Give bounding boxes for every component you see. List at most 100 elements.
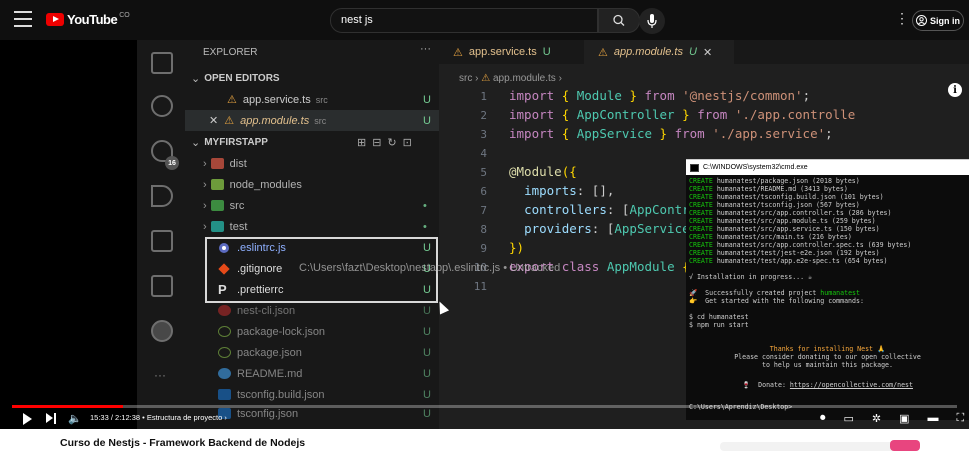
youtube-play-logo-icon [46,13,64,26]
tab-app-module[interactable]: ⚠ app.module.ts U ✕ [584,40,734,64]
related-video-thumbnail[interactable] [890,440,920,451]
close-icon[interactable]: ✕ [209,114,218,127]
folder-icon [210,221,224,232]
autoplay-icon[interactable]: ⏺ [820,412,826,425]
player-controls: 🔈 15:33 / 2:12:38 • Estructura de proyec… [0,408,969,429]
code-line: imports: [], [524,183,615,198]
create-keyword: CREATE [689,185,713,193]
donate-link[interactable]: https://opencollective.com/nest [790,381,913,389]
command-line: $ cd humanatest [689,313,749,321]
line-number: 2 [480,109,487,122]
open-editors-label: OPEN EDITORS [204,73,280,84]
chevron-right-icon: › [203,199,207,212]
tree-file[interactable]: package-lock.json U [185,321,439,342]
play-icon[interactable] [23,413,32,425]
tree-file[interactable]: nest-cli.json U [185,300,439,321]
explorer-actions-icons[interactable]: ⊞⊟↻⊡ [357,136,418,149]
tree-folder[interactable]: › test • [185,216,439,237]
created-file: humanatest/src/main.ts (216 bytes) [716,233,852,241]
open-editors-section[interactable]: ⌄ OPEN EDITORS [185,68,439,89]
open-editor-dir: src [314,115,327,126]
cmd-title-bar: C:\WINDOWS\system32\cmd.exe [686,160,969,175]
typescript-config-icon [218,389,231,400]
miniplayer-icon[interactable]: ▣ [899,412,909,425]
search-icon[interactable] [151,95,173,117]
created-file: humanatest/tsconfig.json (567 bytes) [716,201,860,209]
remote-explorer-icon[interactable] [151,230,173,252]
run-debug-icon[interactable] [151,185,173,207]
search-button[interactable] [598,8,640,33]
chevron-down-icon: ⌄ [191,73,201,85]
menu-icon[interactable] [14,11,32,27]
chevron-right-icon: › [203,157,207,170]
code-line: import { Module } from '@nestjs/common'; [509,88,811,103]
tree-item-name: node_modules [229,178,302,191]
cmd-window-icon [690,163,699,172]
created-file: humanatest/src/app.service.ts (150 bytes… [716,225,880,233]
subtitles-icon[interactable]: ▭ [844,412,854,425]
tree-item-status: U [423,304,431,317]
next-icon[interactable] [46,413,56,424]
explorer-icon[interactable] [151,52,173,74]
youtube-logo[interactable]: YouTube CO [46,12,130,27]
info-icon[interactable]: i [948,83,962,97]
tree-item-name: src [229,199,245,212]
video-title[interactable]: Curso de Nestjs - Framework Backend de N… [60,437,305,449]
voice-search-button[interactable] [639,8,665,34]
code-line: @Module({ [509,164,577,179]
volume-icon[interactable]: 🔈 [68,412,82,425]
donate-text: to help us maintain this package. [761,361,893,369]
create-keyword: CREATE [689,217,713,225]
create-keyword: CREATE [689,177,713,185]
chapter-title[interactable]: • Estructura de proyecto › [142,413,227,422]
source-control-badge: 16 [165,156,179,170]
tree-folder[interactable]: › dist [185,153,439,174]
create-keyword: CREATE [689,201,713,209]
more-actions-icon[interactable]: ··· [154,368,166,382]
created-file: humanatest/src/app.module.ts (259 bytes) [716,217,876,225]
country-code: CO [119,12,130,19]
code-line: providers: [AppService [524,221,690,236]
created-file: humanatest/README.md (3413 bytes) [716,185,848,193]
open-editor-status: U [423,114,431,127]
nest-icon [218,305,231,316]
open-editor-item[interactable]: ✕ ⚠ app.module.ts src U [185,110,439,131]
search-input[interactable]: nest js [330,8,598,33]
line-number: 11 [473,280,487,293]
settings-icon[interactable]: ✲ [872,412,881,425]
tab-app-service[interactable]: ⚠ app.service.ts U [439,40,584,64]
video-player[interactable]: 16 ··· EXPLORER ··· ⌄ OPEN EDITORS ⚠ app… [0,40,969,429]
angular-file-icon: ⚠ [224,115,235,127]
tree-folder[interactable]: › src • [185,195,439,216]
project-label: MYFIRSTAPP [204,137,268,148]
tree-item-name: tsconfig.build.json [237,388,325,401]
tree-folder[interactable]: › node_modules [185,174,439,195]
line-number: 1 [480,90,487,103]
donate-label: 🍷 Donate: [742,381,790,389]
fullscreen-icon[interactable]: ⛶ [957,412,965,425]
create-output-line: CREATE humanatest/test/app.e2e-spec.ts (… [689,257,966,265]
breadcrumb-file[interactable]: app.module.ts [493,73,556,84]
open-editor-item[interactable]: ⚠ app.service.ts src U [185,89,439,110]
theater-icon[interactable]: ▬ [928,412,939,425]
tree-file[interactable]: README.md U [185,363,439,384]
tree-file[interactable]: package.json U [185,342,439,363]
angular-file-icon: ⚠ [481,73,491,84]
extensions-icon[interactable] [151,275,173,297]
create-keyword: CREATE [689,257,713,265]
open-editor-name: app.service.ts [242,93,311,106]
close-icon[interactable]: ✕ [703,46,712,59]
tree-item-status: U [423,325,431,338]
sign-in-button[interactable]: Sign in [912,10,964,31]
tree-item-name: package-lock.json [237,325,326,338]
explorer-more-icon[interactable]: ··· [420,43,431,55]
settings-menu-icon[interactable]: ⋮ [895,11,909,25]
breadcrumb-dir[interactable]: src [459,73,472,84]
tree-file[interactable]: tsconfig.build.json U [185,384,439,405]
code-line: import { AppController } from './app.con… [509,107,856,122]
docker-icon[interactable] [151,320,173,342]
code-line: }) [509,240,525,255]
create-keyword: CREATE [689,209,713,217]
project-section[interactable]: ⌄ MYFIRSTAPP ⊞⊟↻⊡ [185,132,439,153]
cmd-window[interactable]: C:\WINDOWS\system32\cmd.exe CREATE human… [686,159,969,420]
